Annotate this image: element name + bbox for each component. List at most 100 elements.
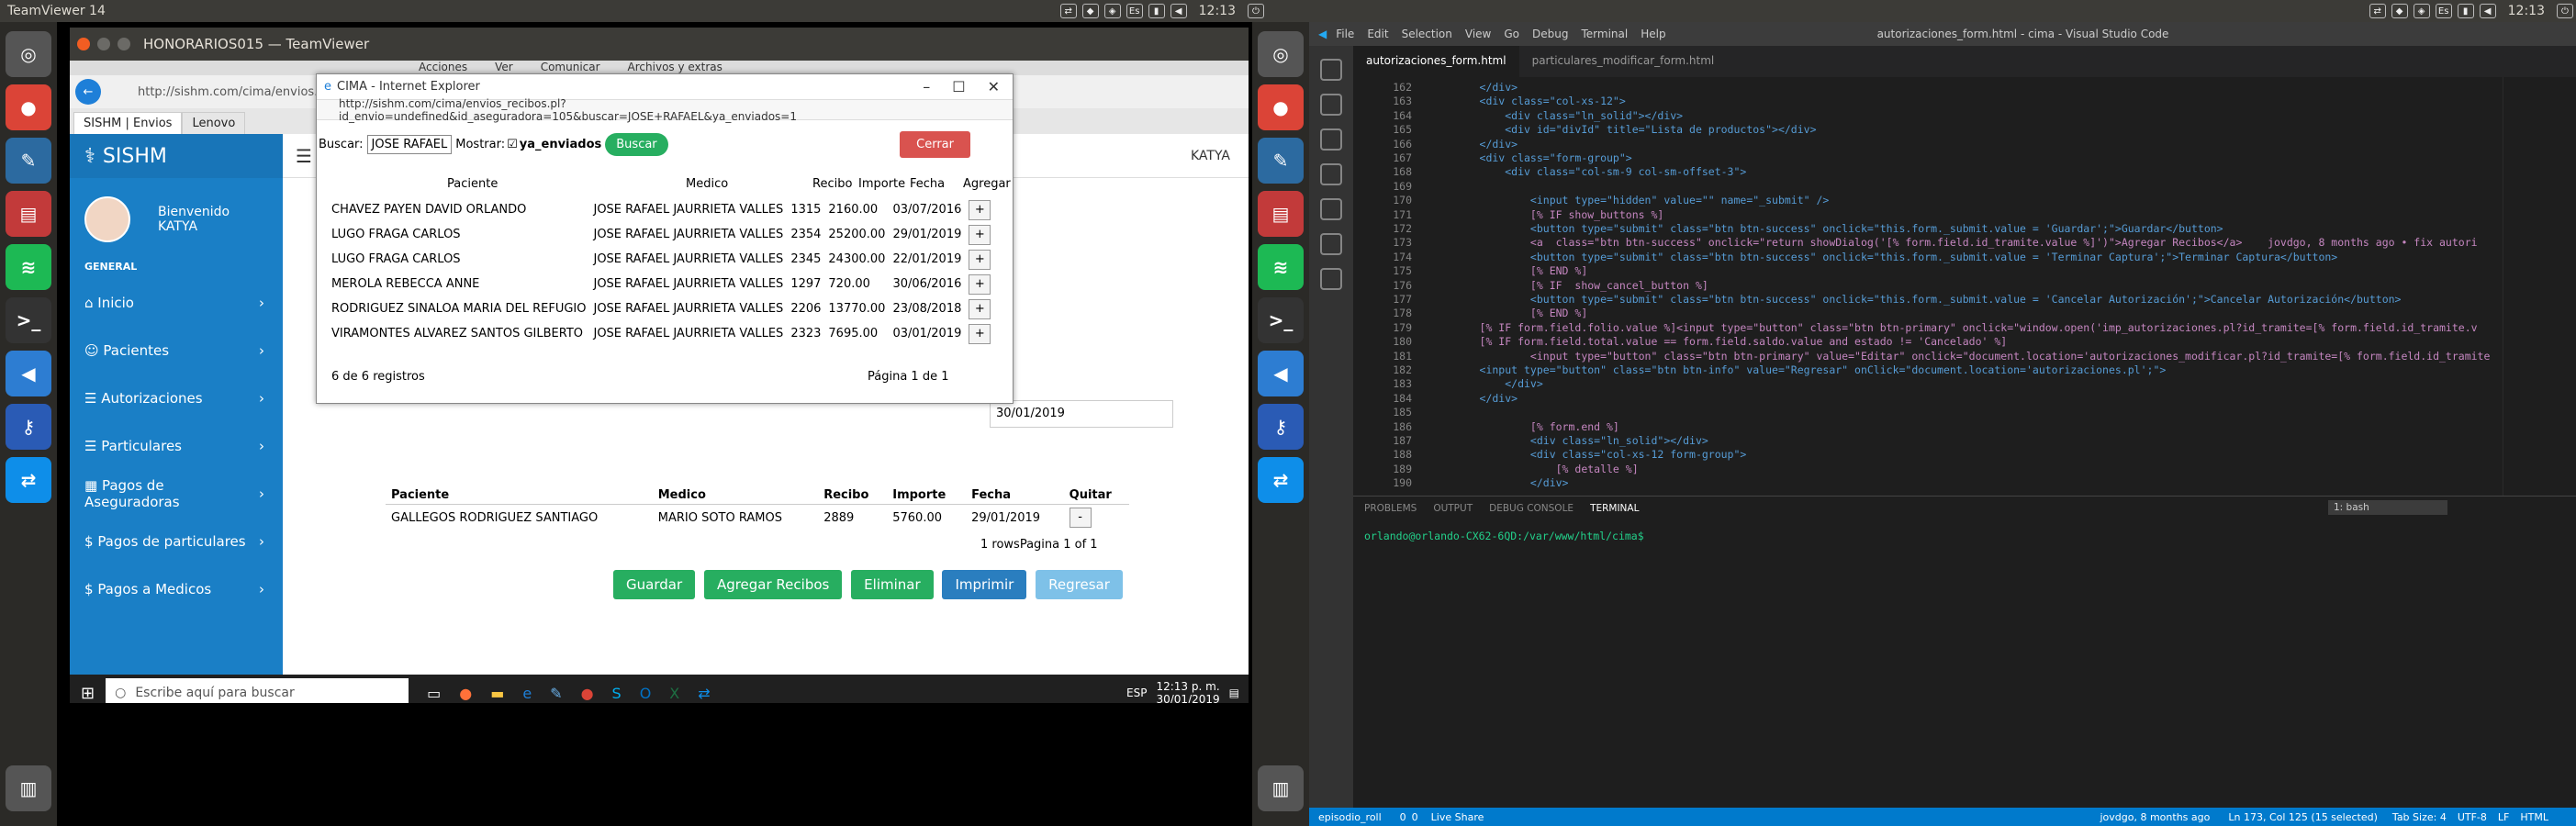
search-box[interactable]: ○ Escribe aquí para buscar (106, 678, 409, 703)
ubuntu-icon[interactable]: ◎ (6, 31, 51, 77)
shield-tray-icon[interactable]: ◆ (2391, 4, 2408, 18)
back-icon[interactable]: ← (75, 79, 101, 105)
dropbox-tray-icon[interactable]: ◈ (1103, 4, 1121, 18)
code-line[interactable]: <div id="divId" title="Lista de producto… (1441, 123, 1816, 136)
delete-button[interactable]: Eliminar (851, 570, 934, 599)
trash-icon[interactable]: ▥ (1258, 765, 1304, 811)
clock[interactable]: 12:13 (1199, 4, 1236, 18)
terminal-select[interactable]: 1: bash (2328, 500, 2447, 515)
code-line[interactable]: [% IF show_buttons %] (1441, 208, 1663, 221)
minimap[interactable] (2503, 77, 2576, 496)
code-line[interactable]: </div> (1441, 476, 1569, 489)
notifications-icon[interactable]: ▤ (1229, 686, 1239, 699)
sidebar-item-pagos-aseguradoras[interactable]: ▦ Pagos de Aseguradoras › (70, 470, 283, 518)
code-line[interactable]: <div class="col-sm-9 col-sm-offset-3"> (1441, 165, 1746, 178)
tab-size[interactable]: Tab Size: 4 (2392, 811, 2447, 823)
show-checkbox[interactable]: ☑ (507, 138, 518, 151)
skype-icon[interactable]: S (612, 685, 622, 702)
close-window-button[interactable] (77, 38, 90, 50)
code-line[interactable]: [% IF show_cancel_button %] (1441, 279, 1708, 292)
minimize-icon[interactable]: – (923, 78, 930, 95)
power-icon[interactable]: ⏻ (2557, 4, 2573, 18)
code-line[interactable]: <input type="button" class="btn btn-prim… (1441, 350, 2490, 363)
menu-item[interactable]: Help (1641, 28, 1665, 40)
code-line[interactable]: [% END %] (1441, 264, 1587, 277)
maximize-window-button[interactable] (118, 38, 130, 50)
tab-lenovo[interactable]: Lenovo (182, 112, 246, 134)
menu-item[interactable]: Selection (1402, 28, 1452, 40)
tool-icon[interactable]: ✎ (550, 685, 562, 702)
history-icon[interactable] (1320, 233, 1342, 255)
excel-icon[interactable]: X (669, 685, 679, 702)
warning-count[interactable]: 0 (1412, 811, 1418, 823)
sidebar-item-particulares[interactable]: ☰ Particulares › (70, 422, 283, 470)
code-line[interactable]: </div> (1441, 81, 1518, 94)
close-icon[interactable]: ✕ (988, 78, 1000, 95)
tab-particulares-modificar-form[interactable]: particulares_modificar_form.html (1519, 46, 1728, 77)
encoding[interactable]: UTF-8 (2458, 811, 2487, 823)
vscode-icon[interactable]: ◀ (1258, 351, 1304, 396)
extensions-icon[interactable] (1320, 198, 1342, 220)
ie-icon[interactable]: e (522, 685, 532, 702)
source-control-icon[interactable] (1320, 128, 1342, 151)
firefox-icon[interactable]: ● (459, 685, 472, 702)
ubuntu-icon[interactable]: ◎ (1258, 31, 1304, 77)
date-field[interactable]: 30/01/2019 (990, 400, 1173, 428)
add-receipt-button[interactable]: + (969, 249, 991, 270)
teamviewer-icon[interactable]: ⇄ (698, 685, 710, 702)
dropbox-tray-icon[interactable]: ◈ (2413, 4, 2430, 18)
eol[interactable]: LF (2498, 811, 2509, 823)
archive-icon[interactable]: ▤ (1258, 191, 1304, 237)
back-button[interactable]: Regresar (1036, 570, 1123, 599)
code-line[interactable]: <div class="ln_solid"></div> (1441, 109, 1683, 122)
code-line[interactable]: <button type="submit" class="btn btn-suc… (1441, 251, 2337, 263)
add-receipt-button[interactable]: + (969, 224, 991, 245)
add-receipt-button[interactable]: + (969, 273, 991, 295)
sidebar-item-autorizaciones[interactable]: ☰ Autorizaciones › (70, 374, 283, 422)
menu-item[interactable]: Edit (1367, 28, 1388, 40)
task-view-icon[interactable]: ▭ (427, 685, 441, 702)
add-receipts-button[interactable]: Agregar Recibos (703, 570, 843, 599)
vscode-icon[interactable]: ◀ (6, 351, 51, 396)
menu-item[interactable]: Terminal (1581, 28, 1628, 40)
menu-item[interactable]: Go (1504, 28, 1519, 40)
code-line[interactable]: </div> (1441, 377, 1543, 390)
blame-status[interactable]: jovdgo, 8 months ago (2100, 811, 2210, 823)
terminal-icon[interactable]: >_ (6, 297, 51, 343)
chrome-icon[interactable]: ● (581, 685, 594, 702)
user-menu[interactable]: KATYA (1191, 149, 1230, 163)
code-line[interactable]: </div> (1441, 138, 1518, 151)
sishm-brand[interactable]: ⚕ SISHM (70, 134, 283, 178)
code-line[interactable]: <div class="form-group"> (1441, 151, 1632, 164)
spotify-icon[interactable]: ≋ (6, 244, 51, 290)
hamburger-icon[interactable]: ☰ (296, 145, 312, 167)
tab-autorizaciones-form[interactable]: autorizaciones_form.html (1353, 46, 1519, 77)
keyboard-tray-icon[interactable]: Es (2435, 4, 2452, 18)
live-share-status[interactable]: Live Share (1431, 811, 1484, 823)
panel-tab[interactable]: TERMINAL (1590, 503, 1639, 514)
volume-icon[interactable]: ◀ (1170, 4, 1187, 18)
tool-icon[interactable]: ✎ (6, 138, 51, 184)
trash-icon[interactable]: ▥ (6, 765, 51, 811)
sidebar-item-pagos-particulares[interactable]: $ Pagos de particulares › (70, 518, 283, 565)
live-share-icon[interactable] (1320, 268, 1342, 290)
clock[interactable]: 12:13 (2508, 4, 2545, 18)
menu-item[interactable]: File (1336, 28, 1354, 40)
code-line[interactable]: <button type="submit" class="btn btn-suc… (1441, 293, 2402, 306)
search-icon[interactable] (1320, 94, 1342, 116)
tool-icon[interactable]: ✎ (1258, 138, 1304, 184)
code-line[interactable]: <div class="col-xs-12 form-group"> (1441, 448, 1746, 461)
windows-start-icon[interactable]: ⊞ (81, 684, 95, 703)
branch-status[interactable]: episodio_roll (1318, 811, 1382, 823)
code-line[interactable]: [% detalle %] (1441, 463, 1639, 475)
code-line[interactable]: [% END %] (1441, 307, 1587, 319)
code-line[interactable]: <input type="hidden" value="" name="_sub… (1441, 194, 1829, 206)
debug-icon[interactable] (1320, 163, 1342, 185)
error-count[interactable]: 0 (1400, 811, 1406, 823)
add-receipt-button[interactable]: + (969, 199, 991, 220)
minimize-window-button[interactable] (97, 38, 110, 50)
panel-tab[interactable]: DEBUG CONSOLE (1489, 503, 1574, 514)
archive-icon[interactable]: ▤ (6, 191, 51, 237)
chrome-icon[interactable]: ● (1258, 84, 1304, 130)
teamviewer-icon[interactable]: ⇄ (6, 457, 51, 503)
